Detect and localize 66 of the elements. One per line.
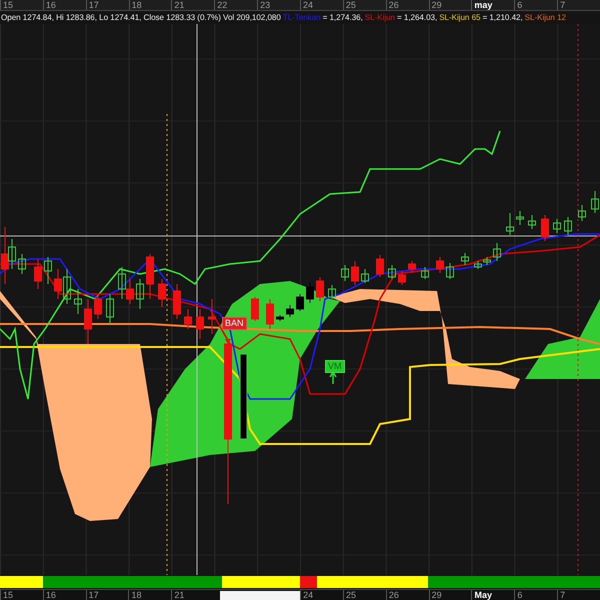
candlestick <box>493 242 501 262</box>
indicator-name: SL-Kijun <box>364 13 395 22</box>
candlestick <box>173 284 181 320</box>
candlestick <box>266 298 274 330</box>
candlestick <box>591 190 599 214</box>
up-arrow-icon <box>329 371 337 386</box>
candlestick <box>146 254 154 300</box>
candlestick <box>44 256 52 285</box>
candlestick <box>328 284 336 300</box>
date-label: 6 <box>514 590 558 600</box>
candlestick <box>553 218 561 234</box>
candlestick <box>341 264 349 282</box>
candlestick <box>436 256 444 274</box>
indicator-name: TL-Tenkan <box>282 13 321 22</box>
indicator-value: = 1,274.36, <box>322 13 363 22</box>
candlestick <box>208 298 216 335</box>
sell-signal-tag: BAN <box>222 317 247 330</box>
candlestick <box>376 254 384 278</box>
indicator-name: SL-Kijun 65 <box>439 13 480 22</box>
candlestick <box>34 258 42 290</box>
candlestick <box>136 278 144 310</box>
date-label: 15 <box>0 590 43 600</box>
buy-signal-tag: VM <box>325 360 344 374</box>
candlestick <box>408 260 416 274</box>
candlestick <box>421 266 429 280</box>
candlestick <box>158 278 166 308</box>
candlestick <box>351 260 359 286</box>
candlestick <box>361 268 369 284</box>
date-label: 16 <box>42 590 86 600</box>
candlestick <box>528 214 536 230</box>
candlestick <box>94 294 102 320</box>
candlestick <box>196 308 204 340</box>
indicator-name: SL-Kijun 12 <box>524 13 566 22</box>
date-label: 7 <box>557 590 600 600</box>
candlestick <box>388 264 396 280</box>
date-label: 29 <box>428 590 472 600</box>
candlestick <box>578 204 586 222</box>
down-arrow-icon <box>225 339 231 344</box>
date-label: 18 <box>128 590 172 600</box>
candlestick <box>316 276 324 302</box>
indicator-value: = 1,264.03, <box>397 13 438 22</box>
candlestick <box>541 214 549 242</box>
candlestick <box>446 262 454 280</box>
candlestick <box>106 294 114 325</box>
candlestick <box>296 294 304 312</box>
candlestick <box>276 314 284 322</box>
candlestick <box>398 270 406 286</box>
candlestick <box>74 288 82 315</box>
date-label: 24 <box>300 590 343 600</box>
candlestick <box>506 212 514 236</box>
candlestick <box>251 296 259 322</box>
candlestick <box>184 308 192 330</box>
indicator-value: = 1,210.42, <box>482 13 523 22</box>
ohlc-readout: Open 1274.84, Hi 1283.86, Lo 1274.41, Close 1283.33 (0.7%) Vol 209,102,080 <box>1 13 281 22</box>
candlestick <box>564 216 572 236</box>
candlestick <box>18 254 26 275</box>
date-label: 25 <box>342 590 386 600</box>
date-label: 17 <box>86 590 128 600</box>
date-label: 21 <box>171 590 214 600</box>
month-label: May <box>471 590 514 600</box>
candlestick <box>461 252 469 266</box>
candlestick <box>306 282 314 304</box>
date-label: 26 <box>386 590 429 600</box>
candlestick <box>516 210 524 226</box>
candlestick <box>84 298 92 345</box>
candlestick <box>286 304 294 318</box>
